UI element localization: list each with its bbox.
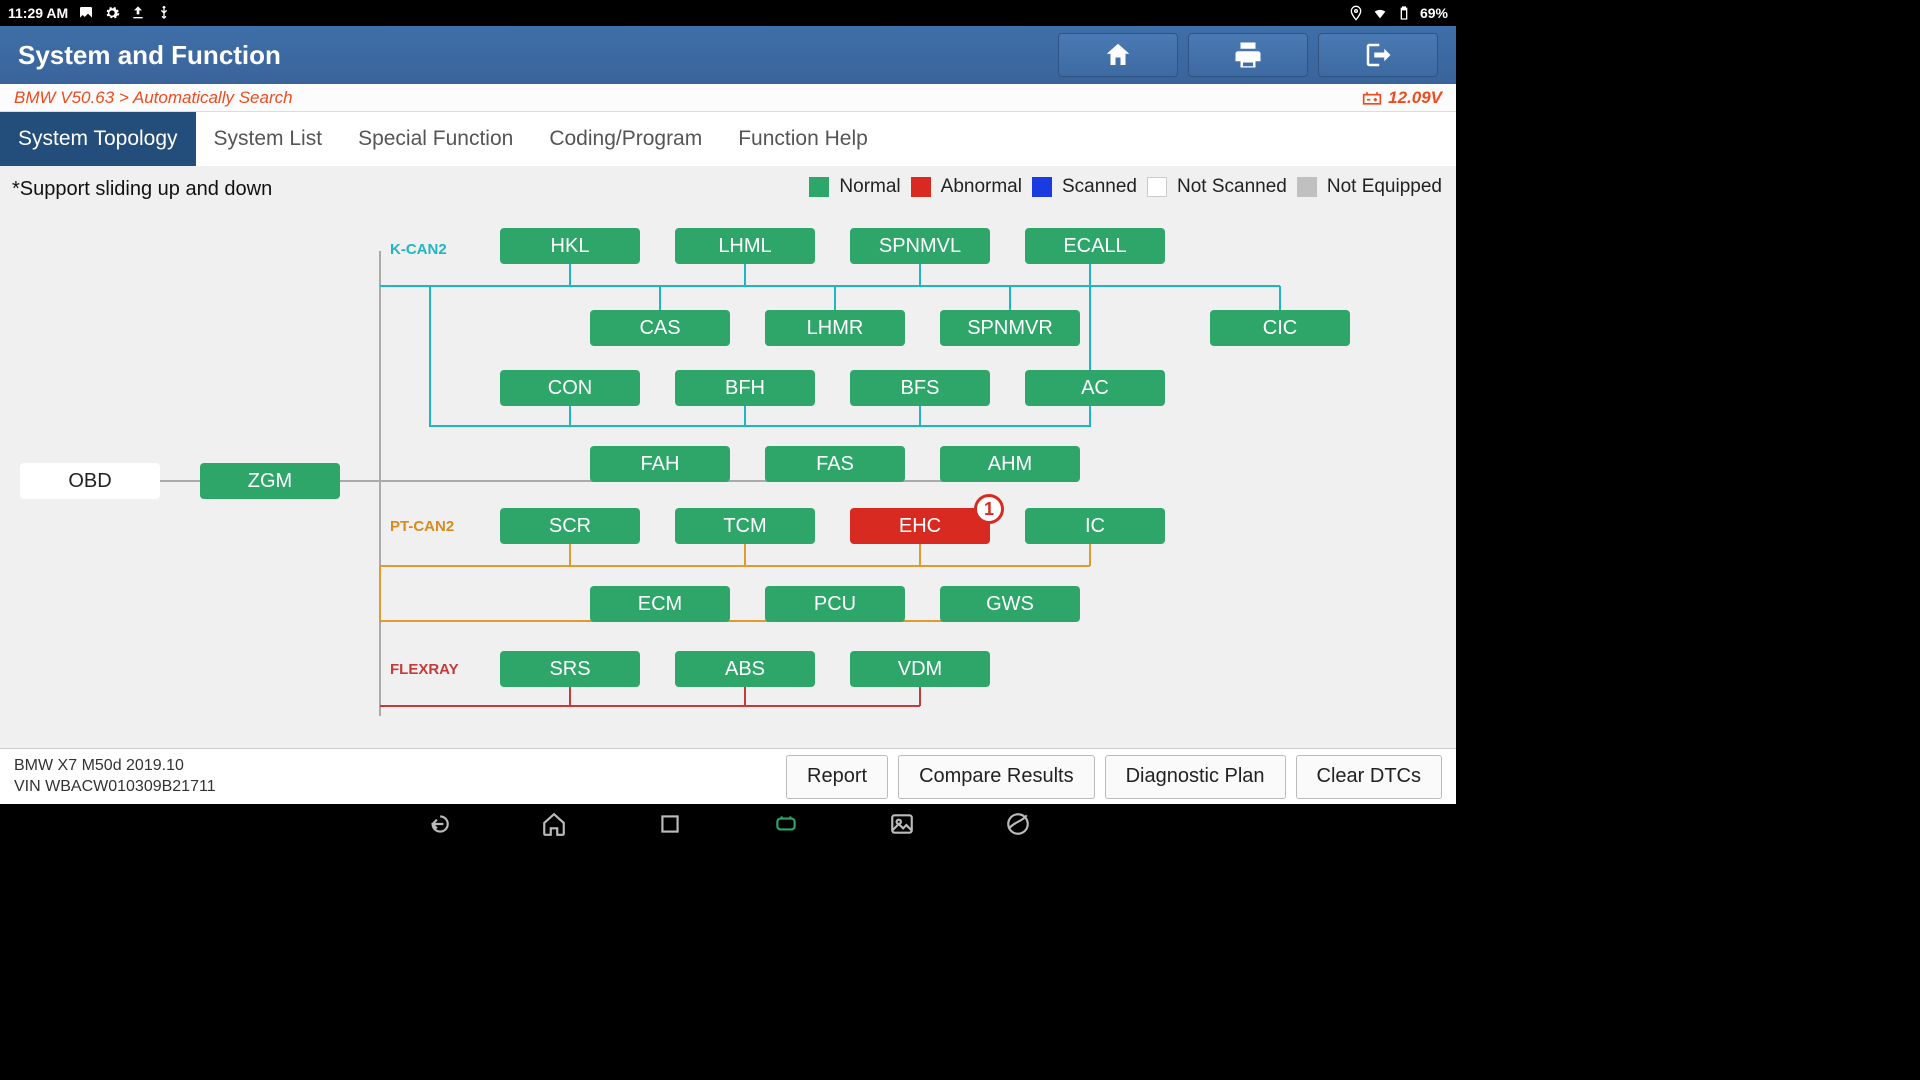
tab-system-list[interactable]: System List <box>196 112 341 166</box>
node-gws[interactable]: GWS <box>940 586 1080 622</box>
location-icon <box>1348 5 1364 21</box>
node-fah[interactable]: FAH <box>590 446 730 482</box>
breadcrumb-text: BMW V50.63 > Automatically Search <box>14 88 293 108</box>
battery-icon <box>1396 5 1412 21</box>
browser-icon[interactable] <box>1005 811 1031 837</box>
node-ac[interactable]: AC <box>1025 370 1165 406</box>
vci-icon[interactable] <box>773 811 799 837</box>
home-button[interactable] <box>1058 33 1178 77</box>
node-scr[interactable]: SCR <box>500 508 640 544</box>
home-icon[interactable] <box>541 811 567 837</box>
node-ecall[interactable]: ECALL <box>1025 228 1165 264</box>
node-hkl[interactable]: HKL <box>500 228 640 264</box>
bus-flexray-label: FLEXRAY <box>390 661 459 678</box>
node-pcu[interactable]: PCU <box>765 586 905 622</box>
node-abs[interactable]: ABS <box>675 651 815 687</box>
page-title: System and Function <box>18 40 281 71</box>
report-button[interactable]: Report <box>786 755 888 799</box>
node-obd[interactable]: OBD <box>20 463 160 499</box>
node-bfs[interactable]: BFS <box>850 370 990 406</box>
node-zgm[interactable]: ZGM <box>200 463 340 499</box>
battery-car-icon <box>1362 90 1382 106</box>
node-tcm[interactable]: TCM <box>675 508 815 544</box>
recent-icon[interactable] <box>657 811 683 837</box>
android-status-bar: 11:29 AM 69% <box>0 0 1456 26</box>
gallery-icon[interactable] <box>889 811 915 837</box>
compare-results-button[interactable]: Compare Results <box>898 755 1095 799</box>
node-ecm[interactable]: ECM <box>590 586 730 622</box>
node-lhmr[interactable]: LHMR <box>765 310 905 346</box>
footer: BMW X7 M50d 2019.10 VIN WBACW010309B2171… <box>0 748 1456 804</box>
node-vdm[interactable]: VDM <box>850 651 990 687</box>
node-con[interactable]: CON <box>500 370 640 406</box>
node-ahm[interactable]: AHM <box>940 446 1080 482</box>
app-header: System and Function <box>0 26 1456 84</box>
node-ehc[interactable]: EHC 1 <box>850 508 990 544</box>
android-nav-bar <box>0 804 1456 844</box>
exit-button[interactable] <box>1318 33 1438 77</box>
topology-canvas[interactable]: *Support sliding up and down Normal Abno… <box>0 166 1456 748</box>
node-bfh[interactable]: BFH <box>675 370 815 406</box>
clear-dtcs-button[interactable]: Clear DTCs <box>1296 755 1442 799</box>
node-cas[interactable]: CAS <box>590 310 730 346</box>
vehicle-info: BMW X7 M50d 2019.10 VIN WBACW010309B2171… <box>14 756 216 798</box>
tab-coding-program[interactable]: Coding/Program <box>531 112 720 166</box>
print-button[interactable] <box>1188 33 1308 77</box>
node-spnmvr[interactable]: SPNMVR <box>940 310 1080 346</box>
battery-pct: 69% <box>1420 5 1448 21</box>
voltage: 12.09V <box>1388 88 1442 108</box>
tab-function-help[interactable]: Function Help <box>720 112 886 166</box>
bus-ptcan2-label: PT-CAN2 <box>390 518 454 535</box>
diagnostic-plan-button[interactable]: Diagnostic Plan <box>1105 755 1286 799</box>
breadcrumb: BMW V50.63 > Automatically Search 12.09V <box>0 84 1456 112</box>
node-srs[interactable]: SRS <box>500 651 640 687</box>
gear-icon <box>104 5 120 21</box>
node-spnmvl[interactable]: SPNMVL <box>850 228 990 264</box>
node-fas[interactable]: FAS <box>765 446 905 482</box>
usb-icon <box>156 5 172 21</box>
tab-bar: System Topology System List Special Func… <box>0 112 1456 166</box>
upload-icon <box>130 5 146 21</box>
back-icon[interactable] <box>425 811 451 837</box>
image-icon <box>78 5 94 21</box>
dtc-badge: 1 <box>974 494 1004 524</box>
node-ic[interactable]: IC <box>1025 508 1165 544</box>
node-cic[interactable]: CIC <box>1210 310 1350 346</box>
wifi-icon <box>1372 5 1388 21</box>
tab-system-topology[interactable]: System Topology <box>0 112 196 166</box>
bus-kcan2-label: K-CAN2 <box>390 241 447 258</box>
tab-special-function[interactable]: Special Function <box>340 112 531 166</box>
clock: 11:29 AM <box>8 5 68 21</box>
node-lhml[interactable]: LHML <box>675 228 815 264</box>
